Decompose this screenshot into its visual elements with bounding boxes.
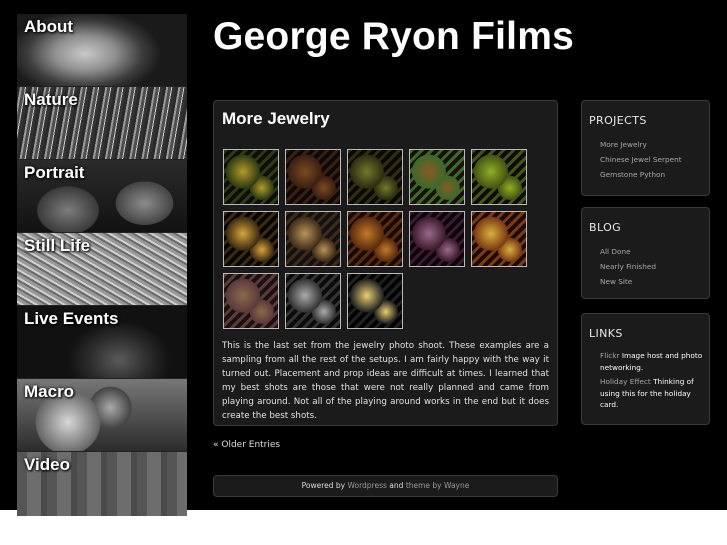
project-link[interactable]: Chinese Jewel Serpent [600, 152, 704, 167]
jewelry-thumb-4[interactable] [409, 149, 465, 205]
project-link[interactable]: Gemstone Python [600, 167, 704, 182]
jewelry-thumb-13[interactable] [347, 273, 403, 329]
nav-item-about[interactable]: About [17, 14, 187, 87]
nav-item-label: Macro [24, 382, 75, 401]
jewelry-thumb-10[interactable] [471, 211, 527, 267]
post-body: This is the last set from the jewelry ph… [222, 341, 549, 421]
link-anchor[interactable]: Flickr [600, 351, 620, 360]
footer: Powered by Wordpress and theme by Wayne [213, 475, 558, 497]
link-item: Flickr Image host and photo networking. [600, 350, 704, 373]
nav-item-label: Still Life [24, 236, 91, 255]
nav-item-nature[interactable]: Nature [17, 87, 187, 160]
nav-item-label: Nature [24, 90, 78, 109]
post-card: More Jewelry This is the last set from t… [213, 100, 558, 426]
project-link[interactable]: More Jewelry [600, 137, 704, 152]
projects-list: More Jewelry Chinese Jewel Serpent Gemst… [600, 137, 704, 182]
blog-list: All Done Nearly Finished New Site [600, 244, 704, 289]
jewelry-thumb-8[interactable] [347, 211, 403, 267]
jewelry-thumb-2[interactable] [285, 149, 341, 205]
blog-post-link[interactable]: All Done [600, 244, 704, 259]
nav-item-label: Live Events [24, 309, 119, 328]
older-entries-link[interactable]: « Older Entries [213, 440, 280, 450]
footer-powered-text: Powered by [301, 481, 346, 490]
jewelry-thumb-11[interactable] [223, 273, 279, 329]
links-widget: LINKS Flickr Image host and photo networ… [581, 313, 710, 425]
category-nav: About Nature Portrait Still Life Live Ev… [17, 14, 187, 516]
link-anchor[interactable]: Holiday Effect [600, 377, 651, 386]
jewelry-thumb-1[interactable] [223, 149, 279, 205]
link-item: Holiday Effect Thinking of using this fo… [600, 376, 704, 411]
footer-wordpress-link[interactable]: Wordpress [348, 481, 387, 490]
nav-item-label: About [24, 17, 74, 36]
widget-title: BLOG [589, 221, 622, 234]
blog-widget: BLOG All Done Nearly Finished New Site [581, 207, 710, 299]
blog-post-link[interactable]: Nearly Finished [600, 259, 704, 274]
jewelry-thumb-7[interactable] [285, 211, 341, 267]
nav-item-label: Video [24, 455, 70, 474]
blog-post-link[interactable]: New Site [600, 274, 704, 289]
page-background: About Nature Portrait Still Life Live Ev… [0, 0, 727, 516]
jewelry-thumb-3[interactable] [347, 149, 403, 205]
post-title[interactable]: More Jewelry [222, 109, 330, 129]
projects-widget: PROJECTS More Jewelry Chinese Jewel Serp… [581, 100, 710, 196]
nav-item-live-events[interactable]: Live Events [17, 306, 187, 379]
nav-item-still-life[interactable]: Still Life [17, 233, 187, 306]
nav-item-label: Portrait [24, 163, 85, 182]
nav-item-macro[interactable]: Macro [17, 379, 187, 452]
nav-item-video[interactable]: Video [17, 452, 187, 516]
widget-title: PROJECTS [589, 114, 647, 127]
links-list: Flickr Image host and photo networking. … [600, 350, 704, 414]
nav-item-portrait[interactable]: Portrait [17, 160, 187, 233]
jewelry-thumb-5[interactable] [471, 149, 527, 205]
footer-and-text: and [389, 481, 404, 490]
jewelry-thumb-6[interactable] [223, 211, 279, 267]
jewelry-thumb-12[interactable] [285, 273, 341, 329]
site-title[interactable]: George Ryon Films [213, 15, 574, 59]
jewelry-thumb-9[interactable] [409, 211, 465, 267]
footer-theme-link[interactable]: theme by Wayne [406, 481, 470, 490]
widget-title: LINKS [589, 327, 623, 340]
